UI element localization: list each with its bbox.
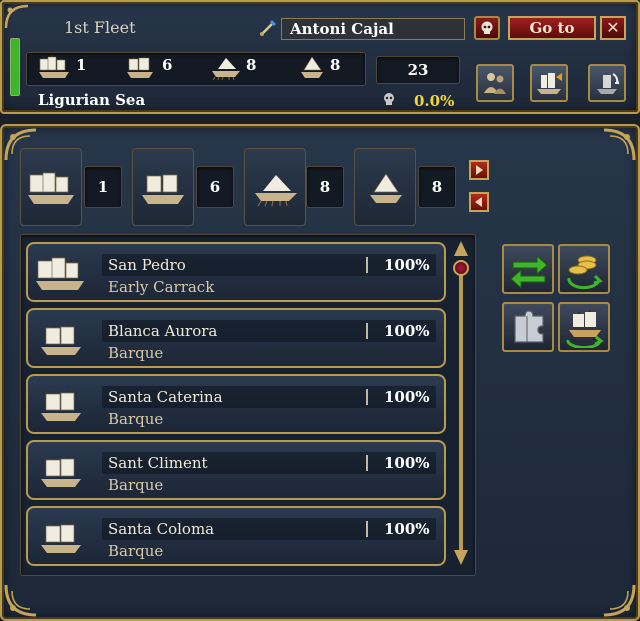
arrow-right-icon (471, 163, 487, 182)
type-count-light: 6 (196, 166, 234, 208)
ship-row[interactable]: San Pedro 100% Early Carrack (26, 242, 446, 302)
ship-strength: 100% (384, 256, 430, 274)
light-ship-icon (124, 54, 156, 84)
close-button[interactable]: ✕ (600, 16, 626, 40)
galley-icon (253, 171, 299, 211)
barque-icon (38, 452, 84, 496)
corner-ornament (4, 4, 30, 30)
transport-count: 8 (330, 56, 341, 74)
scroll-down-icon[interactable] (453, 548, 469, 570)
detach-ships-button[interactable] (588, 64, 626, 102)
ship-strength: 100% (384, 520, 430, 538)
type-count-transport: 8 (418, 166, 456, 208)
light-ship-icon (139, 169, 187, 211)
ship-type: Early Carrack (108, 278, 215, 296)
fleet-mission-icon (535, 69, 563, 97)
ship-row[interactable]: Blanca Aurora 100% Barque (26, 308, 446, 368)
prev-page-button[interactable] (469, 192, 489, 212)
ship-name: Sant Climent (108, 454, 208, 472)
attrition-value: 0.0% (414, 92, 455, 110)
fleet-header-panel: 1st Fleet Antoni Cajal Go to ✕ 1 6 8 8 2… (0, 0, 640, 114)
scroll-track (459, 260, 463, 550)
upgrade-ships-button[interactable] (558, 244, 610, 294)
type-count-heavy: 1 (84, 166, 122, 208)
galley-count: 8 (246, 56, 257, 74)
admiral-name-field[interactable]: Antoni Cajal (281, 18, 465, 40)
ship-strength: 100% (384, 454, 430, 472)
ship-list-scrollbar[interactable] (452, 240, 470, 570)
fleet-name[interactable]: 1st Fleet (64, 18, 136, 37)
arrow-left-icon (471, 195, 487, 214)
galley-icon (210, 54, 242, 84)
merge-fleets-button[interactable] (476, 64, 514, 102)
ship-type: Barque (108, 410, 164, 428)
attrition-skull-icon (382, 92, 396, 110)
refit-ship-button[interactable] (558, 302, 610, 352)
total-ships-box: 23 (376, 56, 460, 84)
ship-strength: 100% (384, 322, 430, 340)
type-cell-galley[interactable] (244, 148, 306, 226)
merge-ships-button[interactable] (502, 302, 554, 352)
corner-ornament-bottom-left (4, 583, 38, 617)
type-cell-heavy[interactable] (20, 148, 82, 226)
separator (366, 257, 368, 273)
heavy-ship-icon (25, 169, 77, 211)
ship-type: Barque (108, 542, 164, 560)
ship-name: Santa Caterina (108, 388, 223, 406)
ship-row[interactable]: Sant Climent 100% Barque (26, 440, 446, 500)
morale-fill (11, 39, 19, 95)
barque-icon (38, 518, 84, 562)
separator (366, 521, 368, 537)
barque-icon (38, 320, 84, 364)
transport-icon (367, 171, 405, 211)
separator (366, 455, 368, 471)
separator (366, 389, 368, 405)
fleet-mission-button[interactable] (530, 64, 568, 102)
ship-type: Barque (108, 344, 164, 362)
scroll-up-icon[interactable] (453, 240, 469, 262)
detach-icon (593, 69, 621, 97)
ship-type: Barque (108, 476, 164, 494)
next-page-button[interactable] (469, 160, 489, 180)
morale-bar (10, 38, 20, 96)
separator (366, 323, 368, 339)
admiral-sword-icon (258, 18, 278, 42)
fleet-location[interactable]: Ligurian Sea (38, 91, 145, 109)
ship-name: San Pedro (108, 256, 186, 274)
barque-icon (38, 386, 84, 430)
transport-icon (298, 54, 326, 84)
disband-skull-button[interactable] (474, 16, 500, 40)
type-cell-transport[interactable] (354, 148, 416, 226)
carrack-icon (32, 254, 88, 298)
ship-row[interactable]: Santa Caterina 100% Barque (26, 374, 446, 434)
heavy-ship-count: 1 (76, 56, 87, 74)
swap-ships-button[interactable] (502, 244, 554, 294)
ship-name: Santa Coloma (108, 520, 215, 538)
goto-button[interactable]: Go to (508, 16, 596, 40)
ship-strength: 100% (384, 388, 430, 406)
close-icon: ✕ (606, 18, 620, 37)
admirals-icon (481, 69, 509, 97)
type-cell-light[interactable] (132, 148, 194, 226)
light-ship-count: 6 (162, 56, 173, 74)
skull-icon (479, 20, 495, 36)
corner-ornament-bottom-right (602, 583, 636, 617)
type-count-galley: 8 (306, 166, 344, 208)
scroll-thumb[interactable] (453, 260, 469, 276)
ship-name: Blanca Aurora (108, 322, 218, 340)
heavy-ship-icon (36, 54, 72, 84)
corner-ornament-top-right (602, 128, 636, 162)
ship-row[interactable]: Santa Coloma 100% Barque (26, 506, 446, 566)
